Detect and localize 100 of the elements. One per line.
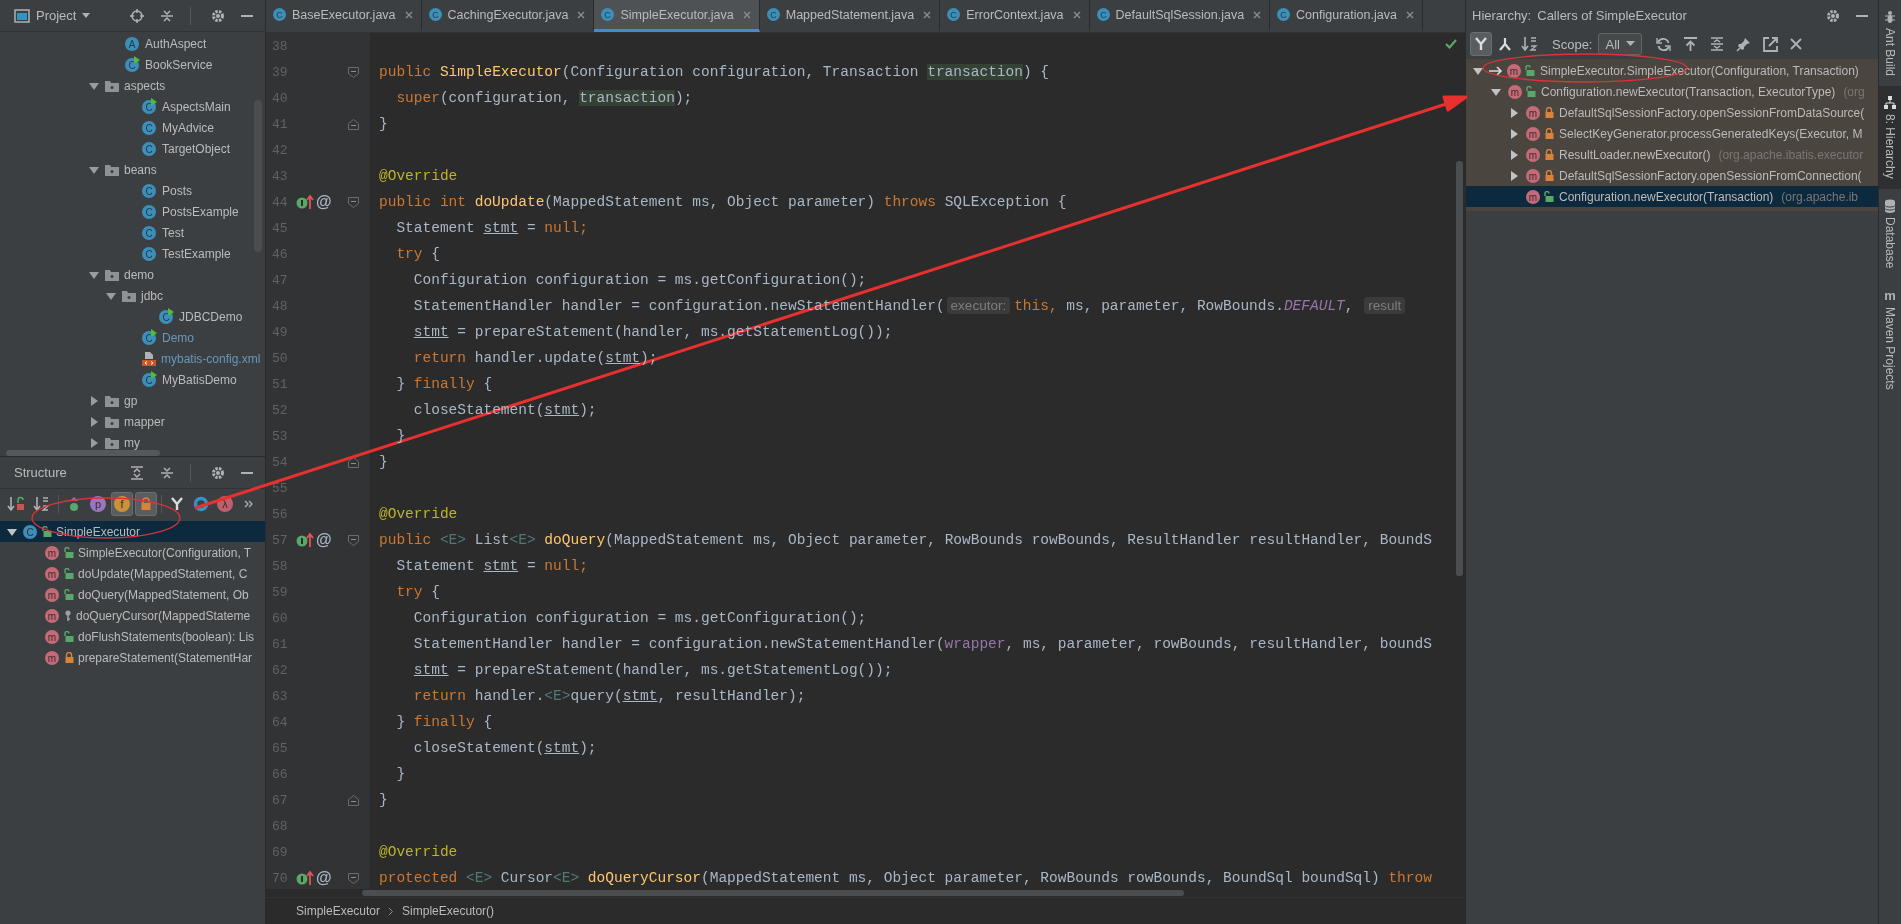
- tree-row[interactable]: m DefaultSqlSessionFactory.openSessionFromConnection(: [1466, 165, 1878, 186]
- callers-button[interactable]: [1470, 32, 1492, 56]
- close-icon[interactable]: [1789, 38, 1802, 50]
- close-icon[interactable]: [1405, 10, 1414, 19]
- tree-item[interactable]: AuthAspect: [145, 36, 207, 51]
- tree-item[interactable]: JDBCDemo: [179, 309, 243, 324]
- tree-item[interactable]: aspects: [124, 78, 166, 93]
- collapsed-arrow-icon[interactable]: [88, 394, 100, 407]
- tree-row[interactable]: m prepareStatement(StatementHar: [0, 647, 265, 668]
- tree-item[interactable]: Posts: [162, 183, 192, 198]
- selected-tree-row[interactable]: C SimpleExecutor: [0, 521, 265, 542]
- tree-item[interactable]: mapper: [124, 414, 165, 429]
- scrollbar-thumb[interactable]: [362, 890, 1184, 896]
- tree-item[interactable]: gp: [124, 393, 138, 408]
- close-icon[interactable]: [404, 10, 413, 19]
- settings-icon[interactable]: [211, 465, 225, 480]
- tree-row[interactable]: m ResultLoader.newExecutor() (org.apache.ibatis.executor: [1466, 144, 1878, 165]
- export-icon[interactable]: [1682, 36, 1698, 52]
- panel-title[interactable]: Project: [36, 8, 77, 23]
- tree-item[interactable]: TargetObject: [162, 141, 231, 156]
- tree-item[interactable]: jdbc: [141, 288, 163, 303]
- tree-item[interactable]: TestExample: [162, 246, 231, 261]
- tree-item[interactable]: MyBatisDemo: [162, 372, 237, 387]
- fold-icon[interactable]: [348, 456, 359, 468]
- implements-icon[interactable]: [296, 194, 314, 210]
- tree-row[interactable]: m doQuery(MappedStatement, Ob: [0, 584, 265, 605]
- caller-label: DefaultSqlSessionFactory.openSessionFromConnection(: [1559, 168, 1862, 183]
- caret-icon[interactable]: [82, 12, 91, 19]
- close-icon[interactable]: [1253, 10, 1262, 19]
- tree-item[interactable]: Test: [162, 225, 184, 240]
- expand-all-icon[interactable]: [1709, 37, 1724, 51]
- tree-item[interactable]: my: [124, 435, 140, 450]
- fold-icon[interactable]: [348, 872, 359, 884]
- fork-icon[interactable]: [1474, 37, 1488, 51]
- tool-window-tab[interactable]: Database: [1879, 188, 1901, 279]
- locate-icon[interactable]: [130, 8, 144, 23]
- chevrons-icon[interactable]: [244, 499, 254, 509]
- collapse-all-icon[interactable]: [160, 465, 174, 480]
- tree-row[interactable]: m SimpleExecutor(Configuration, T: [0, 542, 265, 563]
- fold-icon[interactable]: [348, 196, 359, 208]
- caret-icon[interactable]: [1625, 41, 1635, 47]
- fold-icon[interactable]: [348, 118, 359, 130]
- settings-icon[interactable]: [211, 8, 225, 23]
- collapsed-arrow-icon[interactable]: [88, 415, 100, 428]
- open-lock-icon: [1544, 190, 1554, 203]
- lock-button[interactable]: [135, 492, 157, 516]
- open-window-icon[interactable]: [1762, 36, 1778, 52]
- breadcrumb-item[interactable]: SimpleExecutor(): [402, 904, 495, 918]
- override-marker[interactable]: @: [316, 193, 332, 211]
- expand-arrow-icon[interactable]: [1508, 127, 1520, 140]
- expand-all-icon[interactable]: [130, 465, 144, 480]
- tree-row[interactable]: m doFlushStatements(boolean): Lis: [0, 626, 265, 647]
- breadcrumb-item[interactable]: SimpleExecutor: [296, 904, 381, 918]
- fold-icon[interactable]: [348, 794, 359, 806]
- xml-file-icon: [141, 350, 157, 367]
- tree-row[interactable]: m DefaultSqlSessionFactory.openSessionFromDataSource(: [1466, 102, 1878, 123]
- letter-button[interactable]: f: [111, 492, 133, 516]
- tree-item[interactable]: PostsExample: [162, 204, 239, 219]
- collapsed-arrow-icon[interactable]: [88, 436, 100, 449]
- scrollbar-thumb[interactable]: [1456, 161, 1463, 576]
- tree-item[interactable]: AspectsMain: [162, 99, 231, 114]
- scope-dropdown[interactable]: All: [1598, 33, 1642, 55]
- implements-icon[interactable]: [296, 532, 314, 548]
- pin-icon[interactable]: [1735, 36, 1751, 52]
- class-icon: C: [141, 245, 158, 262]
- tree-row[interactable]: m SelectKeyGenerator.processGeneratedKeys(Executor, M: [1466, 123, 1878, 144]
- collapse-all-icon[interactable]: [160, 8, 174, 23]
- override-marker[interactable]: @: [316, 531, 332, 549]
- expand-arrow-icon[interactable]: [1508, 169, 1520, 182]
- tree-item[interactable]: demo: [124, 267, 155, 282]
- tree-item[interactable]: MyAdvice: [162, 120, 214, 135]
- tool-window-tab[interactable]: m Maven Projects: [1879, 278, 1901, 400]
- selected-tree-row[interactable]: m Configuration.newExecutor(Transaction) (org.apache.ib: [1466, 186, 1878, 207]
- close-icon[interactable]: [1072, 10, 1081, 19]
- fold-icon[interactable]: [348, 534, 359, 546]
- tree-item[interactable]: BookService: [145, 57, 213, 72]
- expand-arrow-icon[interactable]: [1508, 148, 1520, 161]
- fork-icon[interactable]: [170, 497, 184, 511]
- tool-window-tab[interactable]: Ant Build: [1879, 0, 1901, 87]
- tree-row[interactable]: m doQueryCursor(MappedStateme: [0, 605, 265, 626]
- fold-icon[interactable]: [348, 66, 359, 78]
- method-icon: m: [44, 628, 60, 645]
- settings-icon[interactable]: [1826, 8, 1840, 23]
- implements-icon[interactable]: [296, 870, 314, 886]
- tree-item[interactable]: mybatis-config.xml: [161, 351, 261, 366]
- file-tab[interactable]: C SimpleExecutor.java: [594, 0, 760, 32]
- ant-icon[interactable]: [1884, 10, 1896, 24]
- fork-down-icon[interactable]: [1498, 37, 1512, 51]
- database-icon[interactable]: [1884, 198, 1896, 213]
- hierarchy-icon[interactable]: [1884, 96, 1896, 111]
- tree-item[interactable]: beans: [124, 162, 157, 177]
- override-marker[interactable]: @: [316, 869, 332, 887]
- scrollbar-thumb[interactable]: [6, 450, 160, 456]
- tree-row[interactable]: m doUpdate(MappedStatement, C: [0, 563, 265, 584]
- tree-item[interactable]: Demo: [162, 330, 194, 345]
- refresh-icon[interactable]: [1655, 36, 1671, 52]
- expand-arrow-icon[interactable]: [1508, 106, 1520, 119]
- close-icon[interactable]: [923, 10, 932, 19]
- tool-window-tab[interactable]: 8: Hierarchy: [1879, 86, 1901, 189]
- close-icon[interactable]: [577, 10, 586, 19]
